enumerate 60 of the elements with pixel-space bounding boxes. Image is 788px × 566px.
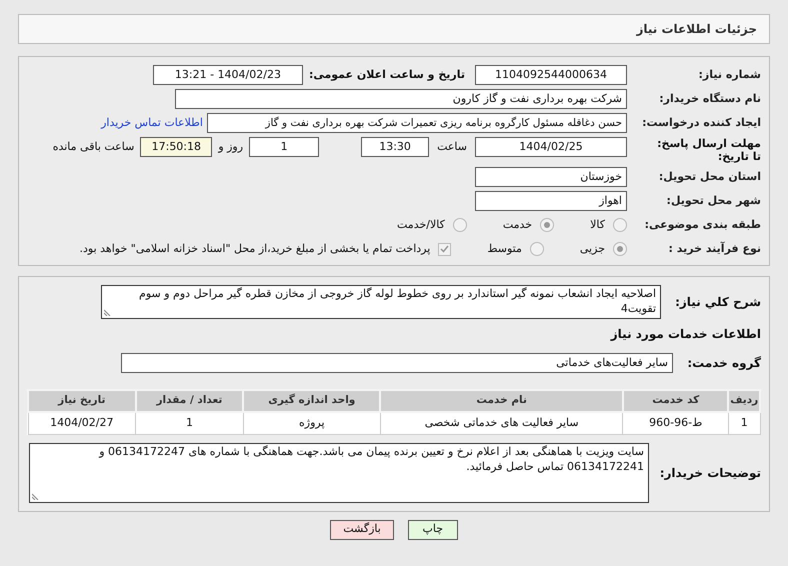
radio-button[interactable] xyxy=(530,242,544,256)
radio-button[interactable] xyxy=(613,242,627,256)
column-header: تعداد / مقدار xyxy=(136,390,244,412)
field-value: خوزستان xyxy=(475,167,627,187)
contact-link[interactable]: اطلاعات تماس خریدار xyxy=(101,114,203,132)
days-label: روز و xyxy=(218,138,244,155)
section-title: اطلاعات خدمات مورد نیاز xyxy=(609,326,761,343)
table-cell: سایر فعالیت های خدماتی شخصی xyxy=(380,412,623,434)
field-label: تاریخ و ساعت اعلان عمومی: xyxy=(308,66,465,83)
field-label: شرح کلي نیاز: xyxy=(674,294,761,311)
field-value: 1404/02/23 - 13:21 xyxy=(152,65,303,85)
field-label: نوع فرآیند خرید : xyxy=(668,240,761,257)
page-header: جزئیات اطلاعات نیاز xyxy=(18,14,770,44)
field-value: شرکت بهره برداری نفت و گاز کارون xyxy=(175,89,627,109)
field-label: طبقه بندی موضوعی: xyxy=(644,216,761,233)
time-label: ساعت xyxy=(437,138,467,155)
back-button[interactable]: بازگشت xyxy=(330,520,394,540)
checkbox-label: پرداخت تمام یا بخشی از مبلغ خرید،از محل "اسناد خزانه اسلامی" خواهد بود. xyxy=(80,240,430,257)
radio-label: جزیی xyxy=(580,240,605,257)
radio-button[interactable] xyxy=(540,218,554,232)
print-button[interactable]: چاپ xyxy=(408,520,458,540)
field-value: اهواز xyxy=(475,191,627,211)
field-value: حسن دغاقله مسئول کارگروه برنامه ریزی تعمیرات شرکت بهره برداری نفت و گاز xyxy=(207,113,627,133)
resize-handle-icon xyxy=(32,492,40,500)
buyer-notes-field[interactable]: سایت ویزیت با هماهنگی بعد از اعلام نرخ و تعیین برنده پیمان می باشد.جهت هماهنگی با شماره های 06134172247 و 06134172241 تماس حاصل فرمائید. xyxy=(29,442,649,502)
field-value: 13:30 xyxy=(361,137,430,157)
checkbox[interactable] xyxy=(438,242,452,256)
table-cell: 1404/02/27 xyxy=(28,412,136,434)
field-value: سایر فعالیت‌های خدماتی xyxy=(121,353,673,373)
table-cell: 1 xyxy=(728,412,760,434)
field-label: استان محل تحویل: xyxy=(658,168,761,185)
remaining-label: ساعت باقی مانده xyxy=(52,138,134,155)
table-cell: 1 xyxy=(136,412,244,434)
column-header: تاریخ نیاز xyxy=(28,390,136,412)
field-label: شهر محل تحویل: xyxy=(666,192,761,209)
radio-button[interactable] xyxy=(452,218,467,232)
column-header: کد خدمت xyxy=(622,390,728,412)
field-value: 1404/02/25 xyxy=(475,137,627,157)
column-header: نام خدمت xyxy=(380,390,623,412)
field-label: گروه خدمت: xyxy=(686,355,761,372)
field-label: مهلت ارسال پاسخ: تا تاریخ: xyxy=(656,137,761,163)
column-header: واحد اندازه گیری xyxy=(243,390,380,412)
field-value: 1 xyxy=(249,137,320,157)
field-label: توضیحات خریدار: xyxy=(658,464,761,482)
description-field[interactable]: اصلاحیه ایجاد انشعاب نمونه گیر استاندارد بر روی خطوط لوله گاز خروجی از مخازن قطره گیر مراحل دوم و سوم تقویت4 xyxy=(101,285,661,319)
field-label: ایجاد کننده درخواست: xyxy=(641,114,761,131)
checkmark-icon xyxy=(440,245,450,253)
radio-label: متوسط xyxy=(487,240,522,257)
field-value: 1104092544000634 xyxy=(475,65,627,85)
radio-label: خدمت xyxy=(502,216,532,233)
table-cell: پروژه xyxy=(243,412,380,434)
radio-button[interactable] xyxy=(613,218,627,232)
radio-label: کالا/خدمت xyxy=(397,216,445,233)
field-label: شماره نیاز: xyxy=(698,66,761,83)
column-header: ردیف xyxy=(728,390,760,412)
table-cell: ط-96-960 xyxy=(622,412,728,434)
resize-handle-icon xyxy=(104,308,112,316)
remaining-time: 17:50:18 xyxy=(140,137,212,157)
radio-label: کالا xyxy=(590,216,605,233)
field-label: نام دستگاه خریدار: xyxy=(658,90,761,107)
